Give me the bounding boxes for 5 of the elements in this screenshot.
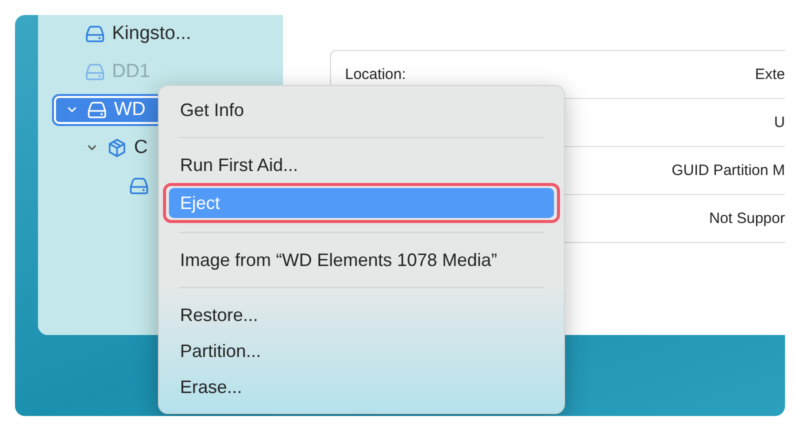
table-value: Not Suppor (709, 210, 785, 227)
table-value: GUID Partition M (672, 162, 785, 179)
table-value: Exte (754, 66, 785, 83)
table-label: Location: (345, 66, 406, 83)
table-value: U (774, 114, 785, 131)
